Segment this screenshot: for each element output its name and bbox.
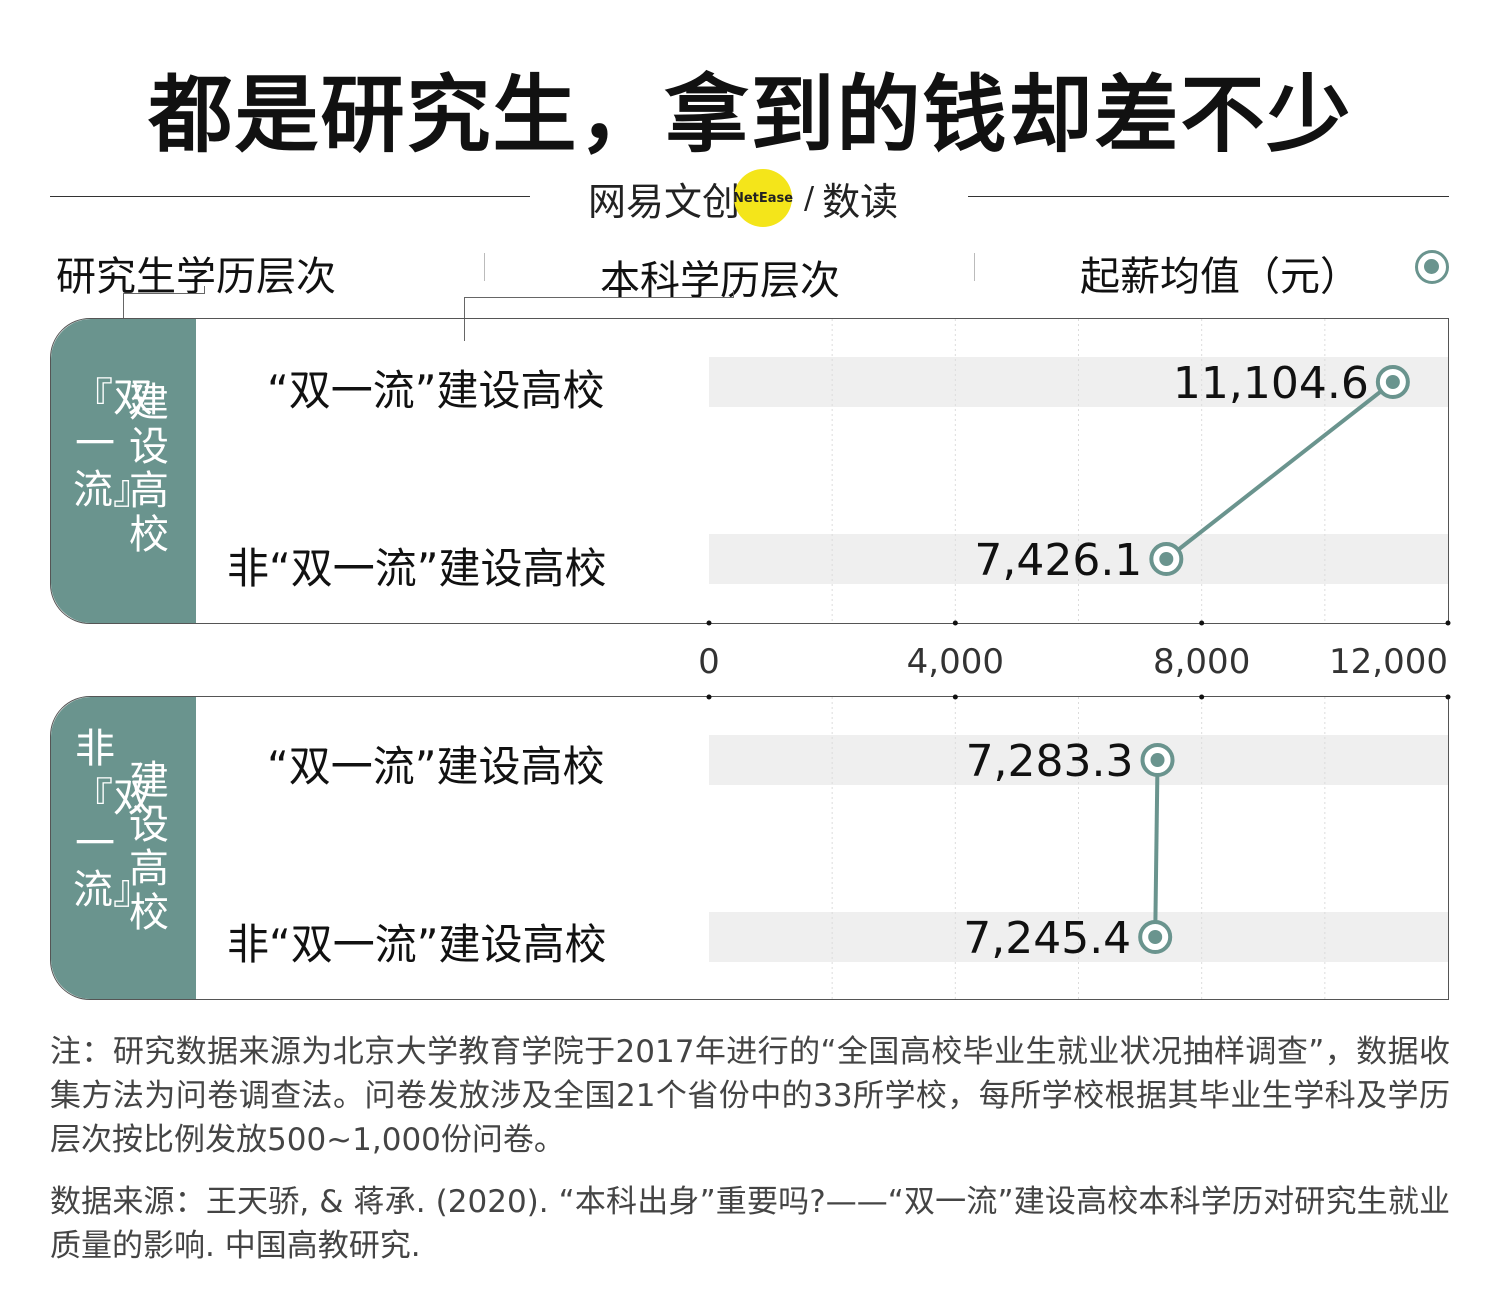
axis-tick-dot	[1199, 694, 1205, 700]
data-label: 7,245.4	[963, 913, 1131, 964]
axis-tick-dot	[1445, 694, 1451, 700]
axis-tick-dot	[1199, 620, 1205, 626]
data-point-core	[1159, 552, 1174, 566]
axis-tick-label: 4,000	[907, 642, 1004, 682]
axis-tick-label: 8,000	[1153, 642, 1250, 682]
axis-tick-dot	[952, 620, 958, 626]
axis-tick-dot	[706, 694, 712, 700]
data-point-core	[1385, 375, 1400, 389]
data-label: 11,104.6	[1173, 358, 1369, 409]
data-point-core	[1148, 930, 1163, 944]
footnote: 注：研究数据来源为北京大学教育学院于2017年进行的“全国高校毕业生就业状况抽样…	[50, 1034, 1450, 1158]
data-label: 7,426.1	[974, 535, 1142, 586]
axis-tick-dot	[1445, 620, 1451, 626]
axis-tick-label: 0	[698, 642, 720, 682]
axis-tick-dot	[706, 620, 712, 626]
axis-tick-dot	[952, 694, 958, 700]
data-point-core	[1150, 753, 1165, 767]
connector-line	[1153, 759, 1160, 938]
data-source: 数据来源：王天骄, & 蒋承. (2020). “本科出身”重要吗?——“双一流…	[50, 1184, 1450, 1264]
data-label: 7,283.3	[966, 736, 1134, 787]
axis-tick-label: 12,000	[1329, 642, 1448, 682]
